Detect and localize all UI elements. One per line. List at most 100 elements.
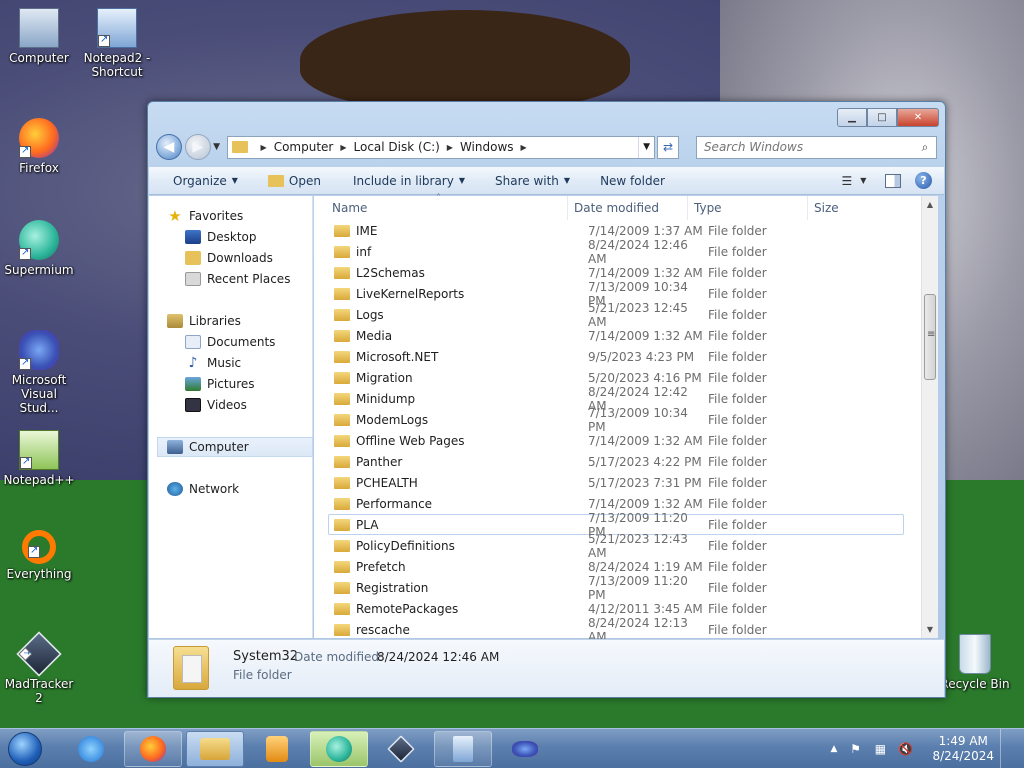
forward-button[interactable]: ▶ xyxy=(184,134,211,160)
organize-button[interactable]: Organize ▼ xyxy=(164,170,247,192)
file-type: File folder xyxy=(708,475,767,490)
nav-computer[interactable]: Computer xyxy=(157,437,313,457)
search-icon[interactable]: ⌕ xyxy=(914,140,936,155)
recent-pages-dropdown[interactable]: ▼ xyxy=(211,142,223,152)
nav-downloads[interactable]: Downloads xyxy=(185,248,313,268)
nav-libraries[interactable]: Libraries xyxy=(167,311,313,331)
taskbar-media-player[interactable] xyxy=(248,731,306,767)
file-row[interactable]: rescache 8/24/2024 12:13 AM File folder xyxy=(314,616,922,644)
column-header-size[interactable]: Size xyxy=(808,196,886,220)
address-bar[interactable]: ▶ Computer ▶ Local Disk (C:) ▶ Windows ▶… xyxy=(226,135,656,159)
file-name: PLA xyxy=(356,517,379,532)
file-name: LiveKernelReports xyxy=(356,286,465,301)
nav-pictures[interactable]: Pictures xyxy=(185,374,313,394)
action-center-flag-icon[interactable]: ⚑ xyxy=(847,742,863,756)
breadcrumb-separator-icon[interactable]: ▶ xyxy=(340,143,346,152)
scrollbar-thumb[interactable] xyxy=(924,294,936,380)
scroll-down-icon[interactable]: ▼ xyxy=(922,621,938,638)
breadcrumb-windows[interactable]: Windows xyxy=(460,140,514,154)
network-tray-icon[interactable]: ▦ xyxy=(872,742,888,756)
search-input[interactable] xyxy=(696,137,915,157)
file-row[interactable]: Registration 7/13/2009 11:20 PM File folde… xyxy=(314,574,922,602)
maximize-button[interactable]: □ xyxy=(867,108,897,127)
change-view-button[interactable]: ☰ ▼ xyxy=(837,170,871,192)
breadcrumb-separator-icon[interactable]: ▶ xyxy=(261,143,267,152)
nav-videos[interactable]: Videos xyxy=(185,395,313,415)
show-desktop-button[interactable] xyxy=(1000,728,1014,768)
breadcrumb-computer[interactable]: Computer xyxy=(274,140,334,154)
folder-icon xyxy=(200,737,230,760)
column-header-name[interactable]: Name xyxy=(314,187,568,220)
preview-pane-icon[interactable] xyxy=(885,173,901,188)
show-hidden-icons-icon[interactable]: ▲ xyxy=(831,744,838,754)
desktop-icon-supermium[interactable]: Supermium xyxy=(0,220,78,277)
file-row[interactable]: Media 7/14/2009 1:32 AM File folder xyxy=(314,325,922,346)
open-button[interactable]: Open xyxy=(259,170,330,192)
file-row[interactable]: Panther 5/17/2023 4:22 PM File folder xyxy=(314,451,922,472)
nav-label: Network xyxy=(189,482,240,496)
column-header-type[interactable]: Type xyxy=(688,196,808,220)
desktop-icon-notepadpp[interactable]: Notepad++ xyxy=(0,430,78,487)
taskbar-madtracker[interactable] xyxy=(372,731,430,767)
folder-icon xyxy=(334,455,350,468)
desktop-icon-notepad2[interactable]: Notepad2 - Shortcut xyxy=(78,8,156,79)
nav-documents[interactable]: Documents xyxy=(185,332,313,352)
share-with-button[interactable]: Share with ▼ xyxy=(486,170,579,192)
close-button[interactable]: ✕ xyxy=(897,108,939,127)
file-row[interactable]: ModemLogs 7/13/2009 10:34 PM File folder xyxy=(314,406,922,434)
nav-desktop[interactable]: Desktop xyxy=(185,227,313,247)
navigation-pane: ★ Favorites Desktop Downloads Recent Plac… xyxy=(149,196,313,638)
back-button[interactable]: ◀ xyxy=(156,134,182,160)
file-date-modified: 7/14/2009 1:32 AM xyxy=(588,496,703,511)
details-date-value: 8/24/2024 12:46 AM xyxy=(377,650,500,664)
taskbar-firefox[interactable] xyxy=(124,730,182,767)
desktop-icon-everything[interactable]: Everything xyxy=(0,530,78,581)
desktop-icon-firefox[interactable]: Firefox xyxy=(0,118,78,175)
nav-favorites[interactable]: ★ Favorites xyxy=(167,206,313,226)
vertical-scrollbar[interactable]: ▲ ▼ xyxy=(921,196,938,638)
taskbar-internet-explorer[interactable] xyxy=(62,731,120,767)
computer-icon xyxy=(167,440,183,454)
desktop-icon-madtracker[interactable]: MadTracker 2 xyxy=(0,631,78,705)
nav-network[interactable]: Network xyxy=(167,479,313,499)
file-name: RemotePackages xyxy=(356,601,459,616)
desktop-icon-visual-studio[interactable]: Microsoft Visual Stud... xyxy=(0,330,78,415)
new-folder-button[interactable]: New folder xyxy=(591,170,674,192)
taskbar-explorer[interactable] xyxy=(186,730,244,767)
taskbar-notepad2[interactable] xyxy=(434,730,492,767)
file-row[interactable]: inf 8/24/2024 12:46 AM File folder xyxy=(314,238,922,266)
file-row[interactable]: PCHEALTH 5/17/2023 7:31 PM File folder xyxy=(314,472,922,493)
nav-label: Videos xyxy=(207,398,247,412)
nav-music[interactable]: ♪ Music xyxy=(185,353,313,373)
address-dropdown-icon[interactable]: ▼ xyxy=(638,136,654,158)
breadcrumb-separator-icon[interactable]: ▶ xyxy=(447,143,453,152)
file-row[interactable]: Logs 5/21/2023 12:45 AM File folder xyxy=(314,301,922,329)
folder-icon xyxy=(334,539,350,552)
include-in-library-button[interactable]: Include in library ▼ xyxy=(344,170,474,192)
clock[interactable]: 1:49 AM 8/24/2024 xyxy=(932,734,994,764)
file-row[interactable]: PolicyDefinitions 5/21/2023 12:43 AM File … xyxy=(314,532,922,560)
search-box[interactable]: ⌕ xyxy=(695,135,938,159)
refresh-button[interactable]: ⇄ xyxy=(657,135,679,159)
visual-studio-icon xyxy=(19,330,59,370)
file-type: File folder xyxy=(708,517,767,532)
taskbar-visual-studio[interactable] xyxy=(496,731,554,767)
breadcrumb-local-disk[interactable]: Local Disk (C:) xyxy=(354,140,440,154)
file-row[interactable]: Offline Web Pages 7/14/2009 1:32 AM File f… xyxy=(314,430,922,451)
minimize-button[interactable]: ▁ xyxy=(837,108,867,127)
breadcrumb-separator-icon[interactable]: ▶ xyxy=(521,143,527,152)
file-row[interactable]: Microsoft.NET 9/5/2023 4:23 PM File folder xyxy=(314,346,922,367)
start-button[interactable] xyxy=(0,729,50,768)
nav-recent-places[interactable]: Recent Places xyxy=(185,269,313,289)
column-header-date-modified[interactable]: Date modified xyxy=(568,196,688,220)
volume-muted-icon[interactable]: 🔇 xyxy=(897,742,913,756)
folder-icon xyxy=(334,623,350,636)
file-name: Offline Web Pages xyxy=(356,433,465,448)
help-icon[interactable]: ? xyxy=(915,172,932,189)
taskbar-supermium[interactable] xyxy=(310,730,368,767)
file-name: Logs xyxy=(356,307,384,322)
scroll-up-icon[interactable]: ▲ xyxy=(922,196,938,213)
desktop-icon-computer[interactable]: Computer xyxy=(0,8,78,65)
file-list: Name Date modified Type Size IME 7/14/200… xyxy=(314,187,938,644)
desktop-icon-recycle-bin[interactable]: Recycle Bin xyxy=(936,634,1014,691)
